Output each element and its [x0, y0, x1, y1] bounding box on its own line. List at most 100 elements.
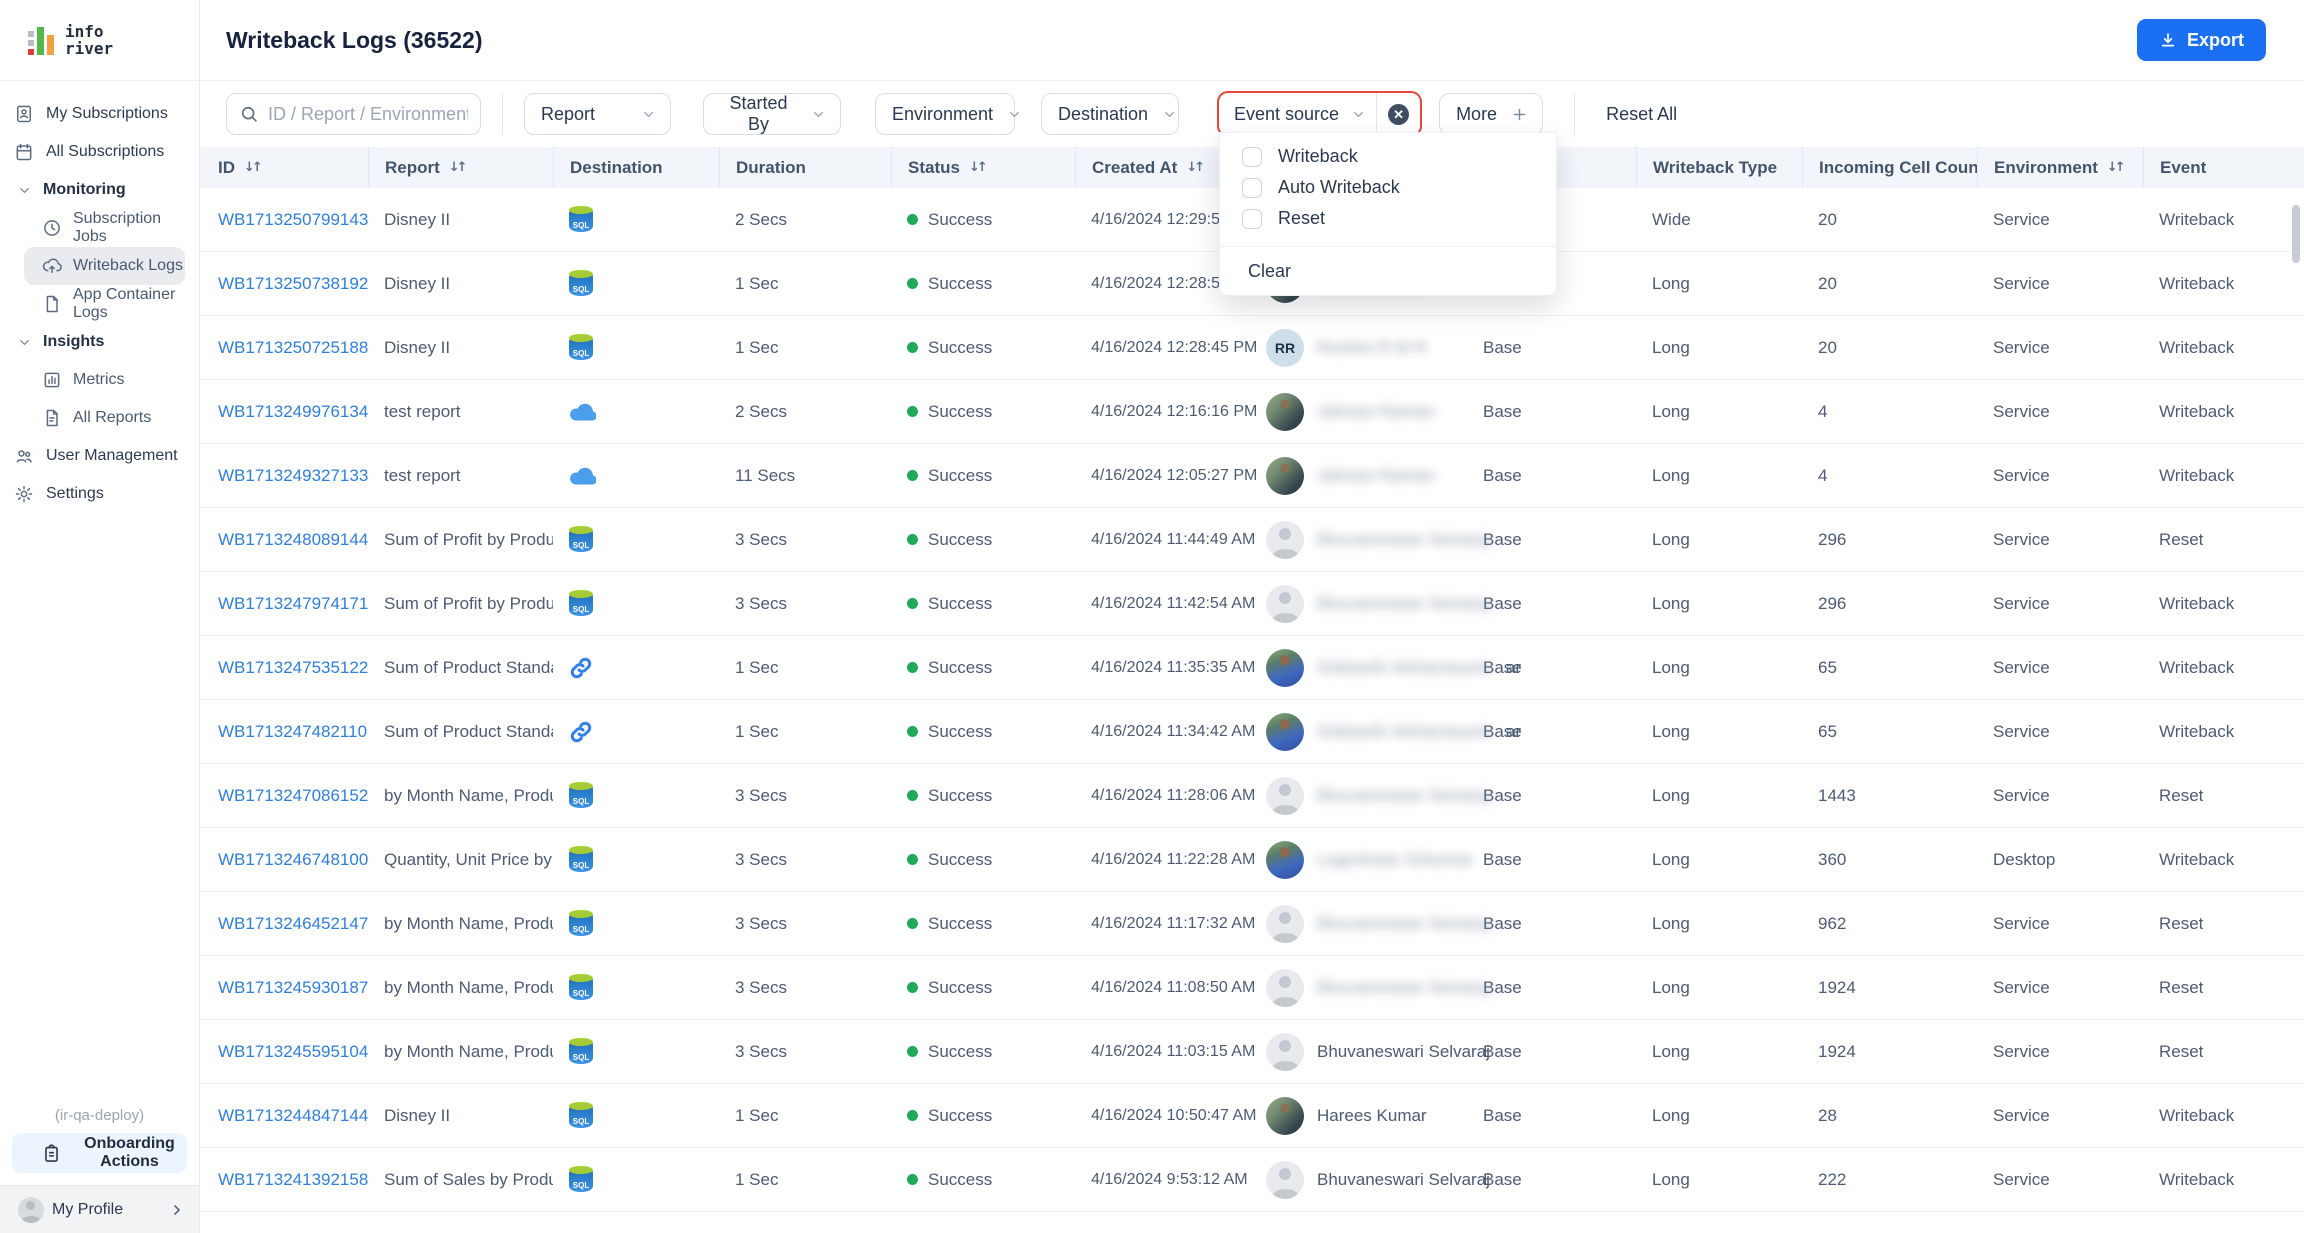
column-header-environment[interactable]: Environment ↓↑ [1977, 147, 2143, 188]
sql-database-icon: SQL [569, 206, 593, 233]
status-cell: Success [891, 978, 1075, 998]
event-cell: Writeback [2159, 465, 2235, 485]
sort-icon[interactable]: ↓↑ [244, 160, 263, 175]
sidebar-item-metrics[interactable]: Metrics [24, 361, 191, 399]
log-id-link[interactable]: WB171325073819221 [218, 274, 368, 294]
report-cell: test report [384, 465, 461, 485]
avatar [1266, 968, 1304, 1007]
sort-icon[interactable]: ↓↑ [2107, 160, 2126, 175]
export-button[interactable]: Export [2136, 19, 2266, 61]
created-at-cell: 4/16/2024 11:34:42 AM [1091, 722, 1256, 740]
log-id-cell: WB171325072518838 [202, 338, 368, 358]
sidebar-item-monitoring[interactable]: Monitoring [0, 171, 191, 209]
event-source-option-auto-writeback[interactable]: Auto Writeback [1220, 172, 1556, 203]
filter-destination[interactable]: Destination [1041, 93, 1179, 135]
event-source-option-writeback[interactable]: Writeback [1220, 141, 1556, 172]
filter-report[interactable]: Report [524, 93, 671, 135]
log-id-link[interactable]: WB171324753512261 [218, 658, 368, 678]
log-id-cell: WB171325079914369 [202, 210, 368, 230]
sql-database-icon: SQL [569, 334, 593, 361]
log-id-link[interactable]: WB171324139215805 [218, 1170, 368, 1190]
sidebar-item-writeback-logs[interactable]: Writeback Logs [24, 247, 185, 285]
cell-count-cell: 4 [1818, 465, 1828, 485]
log-id-link[interactable]: WB171324797417125 [218, 594, 368, 614]
user-name: Bhuvaneswari Selvaraj [1317, 593, 1490, 613]
cell-count-cell: 1443 [1818, 785, 1856, 805]
sql-database-icon: SQL [569, 526, 593, 553]
user-name: Bhuvaneswari Selvaraj [1317, 913, 1490, 933]
user-name: Srikkanth Mohanasund [1317, 657, 1491, 677]
destination-cell: SQL [553, 526, 719, 553]
checkbox[interactable] [1242, 146, 1262, 167]
log-id-link[interactable]: WB171324708615230 [218, 786, 368, 806]
status-success-icon [907, 406, 918, 417]
sort-icon[interactable]: ↓↑ [1186, 160, 1205, 175]
report-cell: by Month Name, Product, S [384, 913, 553, 933]
event-source-label: Event source [1234, 103, 1340, 124]
log-id-link[interactable]: WB171324808914405 [218, 530, 368, 550]
log-id-link[interactable]: WB171325079914369 [218, 210, 368, 230]
status-cell: Success [891, 786, 1075, 806]
base-cell: Base [1483, 1169, 1522, 1189]
log-id-cell: WB171324484714441 [202, 1106, 368, 1126]
sidebar-item-all-subscriptions[interactable]: All Subscriptions [0, 133, 191, 171]
column-header-report[interactable]: Report ↓↑ [368, 147, 553, 188]
checkbox[interactable] [1242, 208, 1262, 229]
search-input[interactable] [268, 103, 468, 125]
onboarding-actions-button[interactable]: Onboarding Actions [12, 1133, 187, 1173]
sidebar-item-subscription-jobs[interactable]: Subscription Jobs [24, 209, 191, 247]
my-profile-button[interactable]: My Profile [0, 1185, 199, 1233]
sidebar-item-user-management[interactable]: User Management [0, 437, 191, 475]
event-cell: Reset [2159, 977, 2204, 997]
event-cell: Writeback [2159, 1169, 2235, 1189]
filter-environment[interactable]: Environment [875, 93, 1019, 135]
log-id-link[interactable]: WB171324674810035 [218, 850, 368, 870]
column-header-event: Event [2143, 147, 2274, 188]
log-id-link[interactable]: WB171324997613487 [218, 402, 368, 422]
column-header-id[interactable]: ID ↓↑ [202, 147, 368, 188]
column-header-status[interactable]: Status ↓↑ [891, 147, 1075, 188]
report-cell: Disney II [384, 337, 451, 357]
sort-icon[interactable]: ↓↑ [449, 160, 468, 175]
event-source-option-reset[interactable]: Reset [1220, 203, 1556, 234]
sort-icon[interactable]: ↓↑ [969, 160, 988, 175]
report-cell: by Month Name, Product, S [384, 977, 553, 997]
sidebar-item-insights[interactable]: Insights [0, 323, 191, 361]
destination-cell [553, 466, 719, 485]
column-header-duration: Duration [719, 147, 891, 188]
filter-started-by[interactable]: Started By [703, 93, 841, 135]
sidebar-item-all-reports[interactable]: All Reports [24, 399, 191, 437]
cell-count-cell: 20 [1818, 337, 1837, 357]
sidebar-item-settings[interactable]: Settings [0, 475, 191, 513]
reset-all-button[interactable]: Reset All [1606, 104, 1677, 125]
report-cell: Disney II [384, 273, 451, 293]
vertical-scrollbar[interactable] [2292, 205, 2300, 263]
avatar [1266, 392, 1304, 431]
clear-filter-icon[interactable]: ✕ [1388, 103, 1410, 125]
table-row: WB171324484714441 Disney II SQL 1 Sec Succes… [200, 1084, 2304, 1148]
sidebar-item-app-container-logs[interactable]: App Container Logs [24, 285, 191, 323]
more-filters-button[interactable]: More [1439, 93, 1544, 135]
status-cell: Success [891, 1106, 1075, 1126]
log-id-link[interactable]: WB171324593018720 [218, 978, 368, 998]
log-id-link[interactable]: WB171324559510470 [218, 1042, 368, 1062]
environment-cell: Service [1993, 1041, 2050, 1061]
bar-chart-icon [42, 370, 62, 390]
sql-database-icon: SQL [569, 270, 593, 297]
search-icon [239, 104, 259, 124]
user-cell: Srikkanth Mohanasund ar [1250, 712, 1521, 751]
status-success-icon [907, 918, 918, 929]
report-cell: by Month Name, Product, S [384, 1041, 553, 1061]
log-id-link[interactable]: WB171325072518838 [218, 338, 368, 358]
log-id-link[interactable]: WB171324748211064 [218, 722, 368, 742]
log-id-link[interactable]: WB171324932713382 [218, 466, 368, 486]
status-success-icon [907, 1174, 918, 1185]
log-id-link[interactable]: WB171324645214717 [218, 914, 368, 934]
event-cell: Reset [2159, 1041, 2204, 1061]
event-source-filter[interactable]: Event source ✕ [1217, 91, 1423, 137]
checkbox[interactable] [1242, 177, 1262, 198]
option-label: Auto Writeback [1278, 177, 1400, 197]
log-id-link[interactable]: WB171324484714441 [218, 1106, 368, 1126]
clear-button[interactable]: Clear [1220, 247, 1556, 295]
sidebar-item-my-subscriptions[interactable]: My Subscriptions [0, 95, 191, 133]
